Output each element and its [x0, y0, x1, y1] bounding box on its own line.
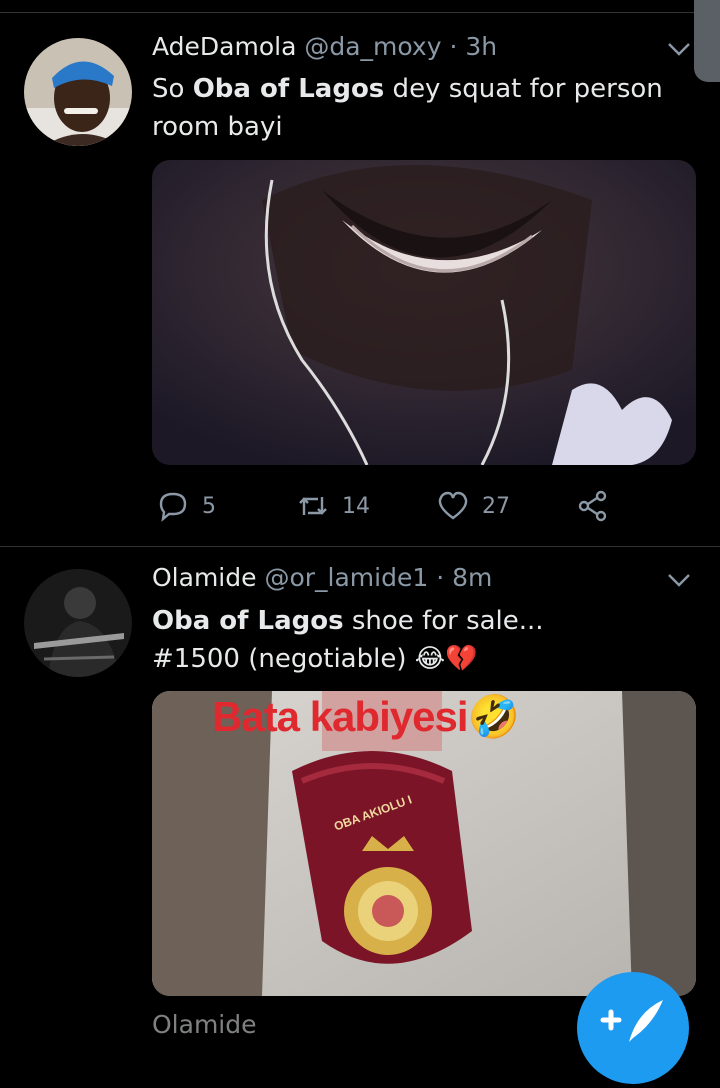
- next-tweet-author[interactable]: Olamide: [152, 1010, 257, 1039]
- reply-icon: [159, 492, 187, 522]
- share-button[interactable]: [576, 486, 610, 526]
- tweet-actions: 5 14 27: [152, 486, 692, 526]
- tweet-text: Oba of Lagos shoe for sale... #1500 (neg…: [152, 602, 682, 678]
- tweet-header: AdeDamola @da_moxy · 3h: [152, 32, 497, 61]
- chevron-down-icon[interactable]: [666, 36, 692, 62]
- share-icon: [578, 490, 607, 522]
- avatar[interactable]: [24, 38, 132, 146]
- retweet-button[interactable]: 14: [296, 486, 370, 526]
- text-prefix: So: [152, 74, 193, 104]
- timestamp[interactable]: 8m: [452, 563, 492, 592]
- text-bold: Oba of Lagos: [152, 606, 344, 636]
- text-bold: Oba of Lagos: [192, 74, 385, 104]
- chevron-down-icon[interactable]: [666, 567, 692, 593]
- author-name[interactable]: AdeDamola: [152, 32, 296, 61]
- author-handle[interactable]: @da_moxy: [304, 32, 441, 61]
- tweet-1[interactable]: AdeDamola @da_moxy · 3h So Oba of Lagos …: [0, 0, 720, 546]
- tweet-2[interactable]: Olamide @or_lamide1 · 8m Oba of Lagos sh…: [0, 547, 720, 1039]
- author-handle[interactable]: @or_lamide1: [264, 563, 428, 592]
- heart-icon: [438, 491, 468, 520]
- tweet-media[interactable]: Bata kabiyesi🤣 OBA AKIOLU I: [152, 691, 696, 996]
- retweet-count: 14: [342, 493, 370, 519]
- author-name[interactable]: Olamide: [152, 563, 257, 592]
- media-caption: Bata kabiyesi🤣: [212, 693, 520, 740]
- like-button[interactable]: 27: [436, 486, 510, 526]
- like-count: 27: [482, 493, 510, 519]
- text-suffix: shoe for sale...: [343, 606, 544, 636]
- separator: ·: [449, 32, 458, 61]
- avatar[interactable]: [24, 569, 132, 677]
- retweet-icon: [299, 497, 327, 515]
- compose-button[interactable]: [577, 972, 689, 1084]
- smiling-face-photo: [152, 160, 696, 465]
- tweet-text: So Oba of Lagos dey squat for person roo…: [152, 70, 682, 146]
- compose-icon: [600, 1000, 663, 1042]
- reply-count: 5: [202, 493, 216, 519]
- timestamp[interactable]: 3h: [465, 32, 497, 61]
- text-line2: #1500 (negotiable) 😂💔: [152, 644, 478, 674]
- tweet-media[interactable]: [152, 160, 696, 465]
- separator: ·: [436, 563, 445, 592]
- tweet-header: Olamide @or_lamide1 · 8m: [152, 563, 492, 592]
- reply-button[interactable]: 5: [156, 486, 216, 526]
